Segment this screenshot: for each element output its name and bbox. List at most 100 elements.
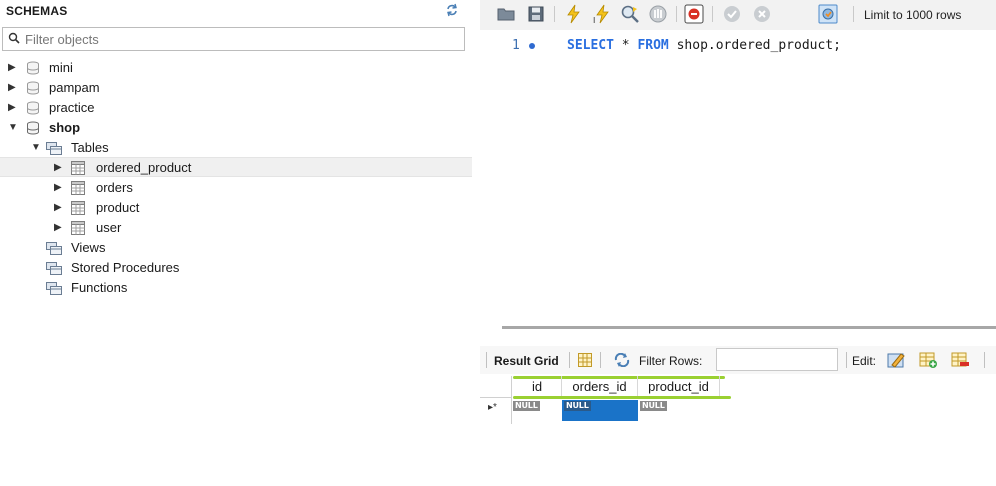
delete-row-icon[interactable] [950,350,970,370]
column-header-id[interactable]: id [513,376,562,398]
column-header-product-id[interactable]: product_id [638,376,720,398]
filter-objects-box[interactable] [2,27,465,51]
new-row-marker: ▸* [488,402,497,413]
pane-splitter[interactable] [502,326,996,329]
schema-label: practice [49,100,95,115]
functions-label: Functions [71,280,128,295]
table-item-product[interactable]: ▶ product [0,198,472,218]
expand-arrow-icon[interactable]: ▶ [54,218,64,238]
table-icon [71,221,85,235]
schema-label: shop [49,120,81,135]
null-value-cell[interactable]: NULL [640,401,667,411]
row-header-column [480,376,512,424]
editor-toolbar: I Limit to 1000 rows [480,0,996,30]
sql-keyword: SELECT [567,38,614,53]
procedures-folder-icon [46,262,62,275]
save-icon[interactable] [526,4,546,24]
execute-icon[interactable] [564,4,584,24]
table-label: user [96,220,122,235]
commit-icon[interactable] [722,4,742,24]
open-folder-icon[interactable] [496,4,516,24]
execute-statement-icon[interactable]: I [592,4,612,24]
toolbar-separator [600,352,601,368]
views-folder[interactable]: Views [0,238,472,258]
sql-statement[interactable]: SELECT * FROM shop.ordered_product; [567,38,841,53]
toggle-error-icon[interactable] [684,4,704,24]
sql-text: shop.ordered_product; [668,38,841,53]
schema-navigator-panel: SCHEMAS ▶ mini ▶ [0,0,472,486]
explain-icon[interactable] [620,4,640,24]
toolbar-separator [554,6,555,22]
functions-folder-icon [46,282,62,295]
grid-view-icon[interactable] [578,353,592,367]
tables-folder-icon [46,142,62,155]
collapse-arrow-icon[interactable]: ▼ [31,138,41,158]
stored-procedures-label: Stored Procedures [71,260,180,275]
table-label: orders [96,180,133,195]
functions-folder[interactable]: Functions [0,278,472,298]
schema-item-shop[interactable]: ▼ shop [0,118,472,138]
schemas-header: SCHEMAS [0,0,472,22]
table-icon [71,201,85,215]
schema-label: mini [49,60,73,75]
schemas-title: SCHEMAS [6,4,68,18]
stored-procedures-folder[interactable]: Stored Procedures [0,258,472,278]
expand-arrow-icon[interactable]: ▶ [8,58,18,78]
toolbar-separator [676,6,677,22]
database-icon [27,61,39,75]
sql-keyword: FROM [637,38,669,53]
table-label: ordered_product [96,160,192,175]
tables-folder-label: Tables [71,140,109,155]
table-item-orders[interactable]: ▶ orders [0,178,472,198]
filter-rows-refresh-icon[interactable] [613,353,631,367]
expand-arrow-icon[interactable]: ▶ [54,158,64,178]
result-grid-tab[interactable]: Result Grid [494,354,559,368]
expand-arrow-icon[interactable]: ▶ [54,178,64,198]
expand-arrow-icon[interactable]: ▶ [54,198,64,218]
filter-rows-label: Filter Rows: [639,354,703,368]
table-item-user[interactable]: ▶ user [0,218,472,238]
table-icon [71,161,85,175]
toolbar-separator [569,352,570,368]
edit-label: Edit: [852,354,877,368]
database-icon [27,101,39,115]
autocommit-icon[interactable] [818,4,838,24]
refresh-icon[interactable] [445,3,459,17]
stop-icon[interactable] [648,4,668,24]
add-row-icon[interactable] [918,350,938,370]
expand-arrow-icon[interactable]: ▶ [8,98,18,118]
table-icon [71,181,85,195]
filter-objects-input[interactable] [25,30,455,48]
schema-item-pampam[interactable]: ▶ pampam [0,78,472,98]
views-folder-icon [46,242,62,255]
svg-text:I: I [593,16,595,24]
sql-text: * [613,38,638,53]
rollback-icon[interactable] [752,4,772,24]
null-value-cell[interactable]: NULL [513,401,540,411]
filter-rows-input[interactable] [716,348,838,371]
schema-item-practice[interactable]: ▶ practice [0,98,472,118]
toolbar-separator [712,6,713,22]
table-item-ordered-product[interactable]: ▶ ordered_product [0,157,472,177]
toolbar-separator [846,352,847,368]
limit-rows-select[interactable]: Limit to 1000 rows [864,8,961,22]
toolbar-separator [486,352,487,368]
edit-row-icon[interactable] [886,350,906,370]
schema-label: pampam [49,80,100,95]
sql-editor[interactable]: 1 SELECT * FROM shop.ordered_product; [480,30,996,320]
database-icon [27,121,39,135]
null-value-cell[interactable]: NULL [564,401,591,411]
views-folder-label: Views [71,240,106,255]
statement-marker-icon [529,43,535,49]
line-number: 1 [512,38,520,53]
column-header-orders-id[interactable]: orders_id [562,376,638,398]
table-label: product [96,200,140,215]
highlight-underline [513,396,731,399]
collapse-arrow-icon[interactable]: ▼ [8,118,18,138]
expand-arrow-icon[interactable]: ▶ [8,78,18,98]
database-icon [27,81,39,95]
search-icon [8,32,20,44]
tables-folder[interactable]: ▼ Tables [0,138,472,158]
toolbar-separator [853,6,854,22]
schema-item-mini[interactable]: ▶ mini [0,58,472,78]
